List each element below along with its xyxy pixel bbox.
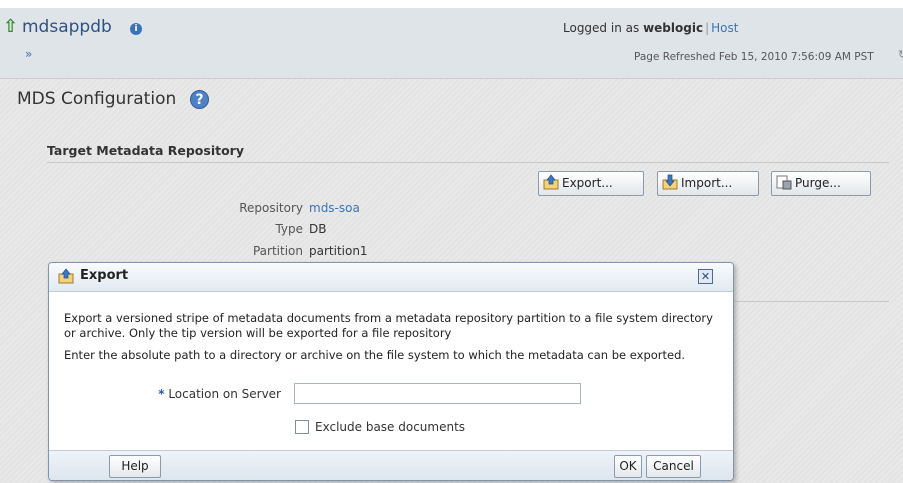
host-link[interactable]: Host: [711, 21, 738, 35]
export-dialog: Export ✕ Export a versioned stripe of me…: [48, 262, 734, 481]
divider: [735, 301, 889, 302]
top-frame: [0, 0, 903, 8]
username: weblogic: [643, 21, 704, 35]
partition-label: Partition: [252, 244, 303, 258]
required-marker: *: [158, 387, 165, 401]
location-label: * Location on Server: [109, 387, 281, 401]
purge-label: Purge...: [795, 176, 841, 190]
refresh-icon[interactable]: ↻: [898, 48, 903, 61]
partition-value: partition1: [309, 244, 368, 258]
purge-button[interactable]: Purge...: [771, 171, 871, 196]
exclude-base-documents-checkbox[interactable]: [295, 420, 309, 434]
help-button[interactable]: Help: [109, 455, 161, 478]
dialog-footer: Help OK Cancel: [49, 450, 733, 480]
close-icon[interactable]: ✕: [698, 269, 713, 284]
export-label: Export...: [562, 176, 613, 190]
expand-nav-icon[interactable]: »: [25, 47, 32, 61]
page-refreshed-text: Page Refreshed Feb 15, 2010 7:56:09 AM P…: [634, 51, 874, 63]
help-icon[interactable]: ?: [190, 90, 209, 109]
page-title: MDS Configuration: [17, 89, 177, 109]
ok-button[interactable]: OK: [614, 455, 642, 478]
repository-label: Repository: [239, 201, 303, 215]
up-arrow-icon[interactable]: ⇧: [3, 18, 19, 36]
location-on-server-input[interactable]: [294, 383, 581, 404]
import-icon: [662, 174, 678, 190]
divider: [47, 162, 889, 163]
header: ⇧ mdsappdb i » Logged in as weblogic | Hos…: [0, 8, 903, 79]
dialog-title: Export: [80, 268, 129, 283]
cancel-button[interactable]: Cancel: [646, 455, 701, 478]
type-label: Type: [275, 222, 303, 236]
export-icon: [543, 174, 559, 190]
dialog-description: Export a versioned stripe of metadata do…: [64, 311, 713, 340]
login-info: Logged in as weblogic | Host: [563, 21, 738, 35]
exclude-base-documents-label[interactable]: Exclude base documents: [315, 420, 465, 434]
section-title: Target Metadata Repository: [47, 143, 244, 158]
repository-link[interactable]: mds-soa: [309, 201, 360, 215]
info-icon[interactable]: i: [130, 23, 142, 35]
import-button[interactable]: Import...: [657, 171, 759, 196]
location-label-text: Location on Server: [168, 387, 281, 401]
app-title: mdsappdb: [22, 17, 112, 37]
dialog-header[interactable]: Export ✕: [49, 263, 733, 292]
type-value: DB: [309, 222, 327, 236]
import-label: Import...: [681, 176, 733, 190]
purge-icon: [776, 175, 792, 190]
logged-in-prefix: Logged in as: [563, 21, 640, 35]
export-button[interactable]: Export...: [538, 171, 644, 196]
separator: |: [705, 21, 710, 35]
export-icon: [58, 268, 74, 284]
dialog-instructions: Enter the absolute path to a directory o…: [64, 348, 686, 362]
